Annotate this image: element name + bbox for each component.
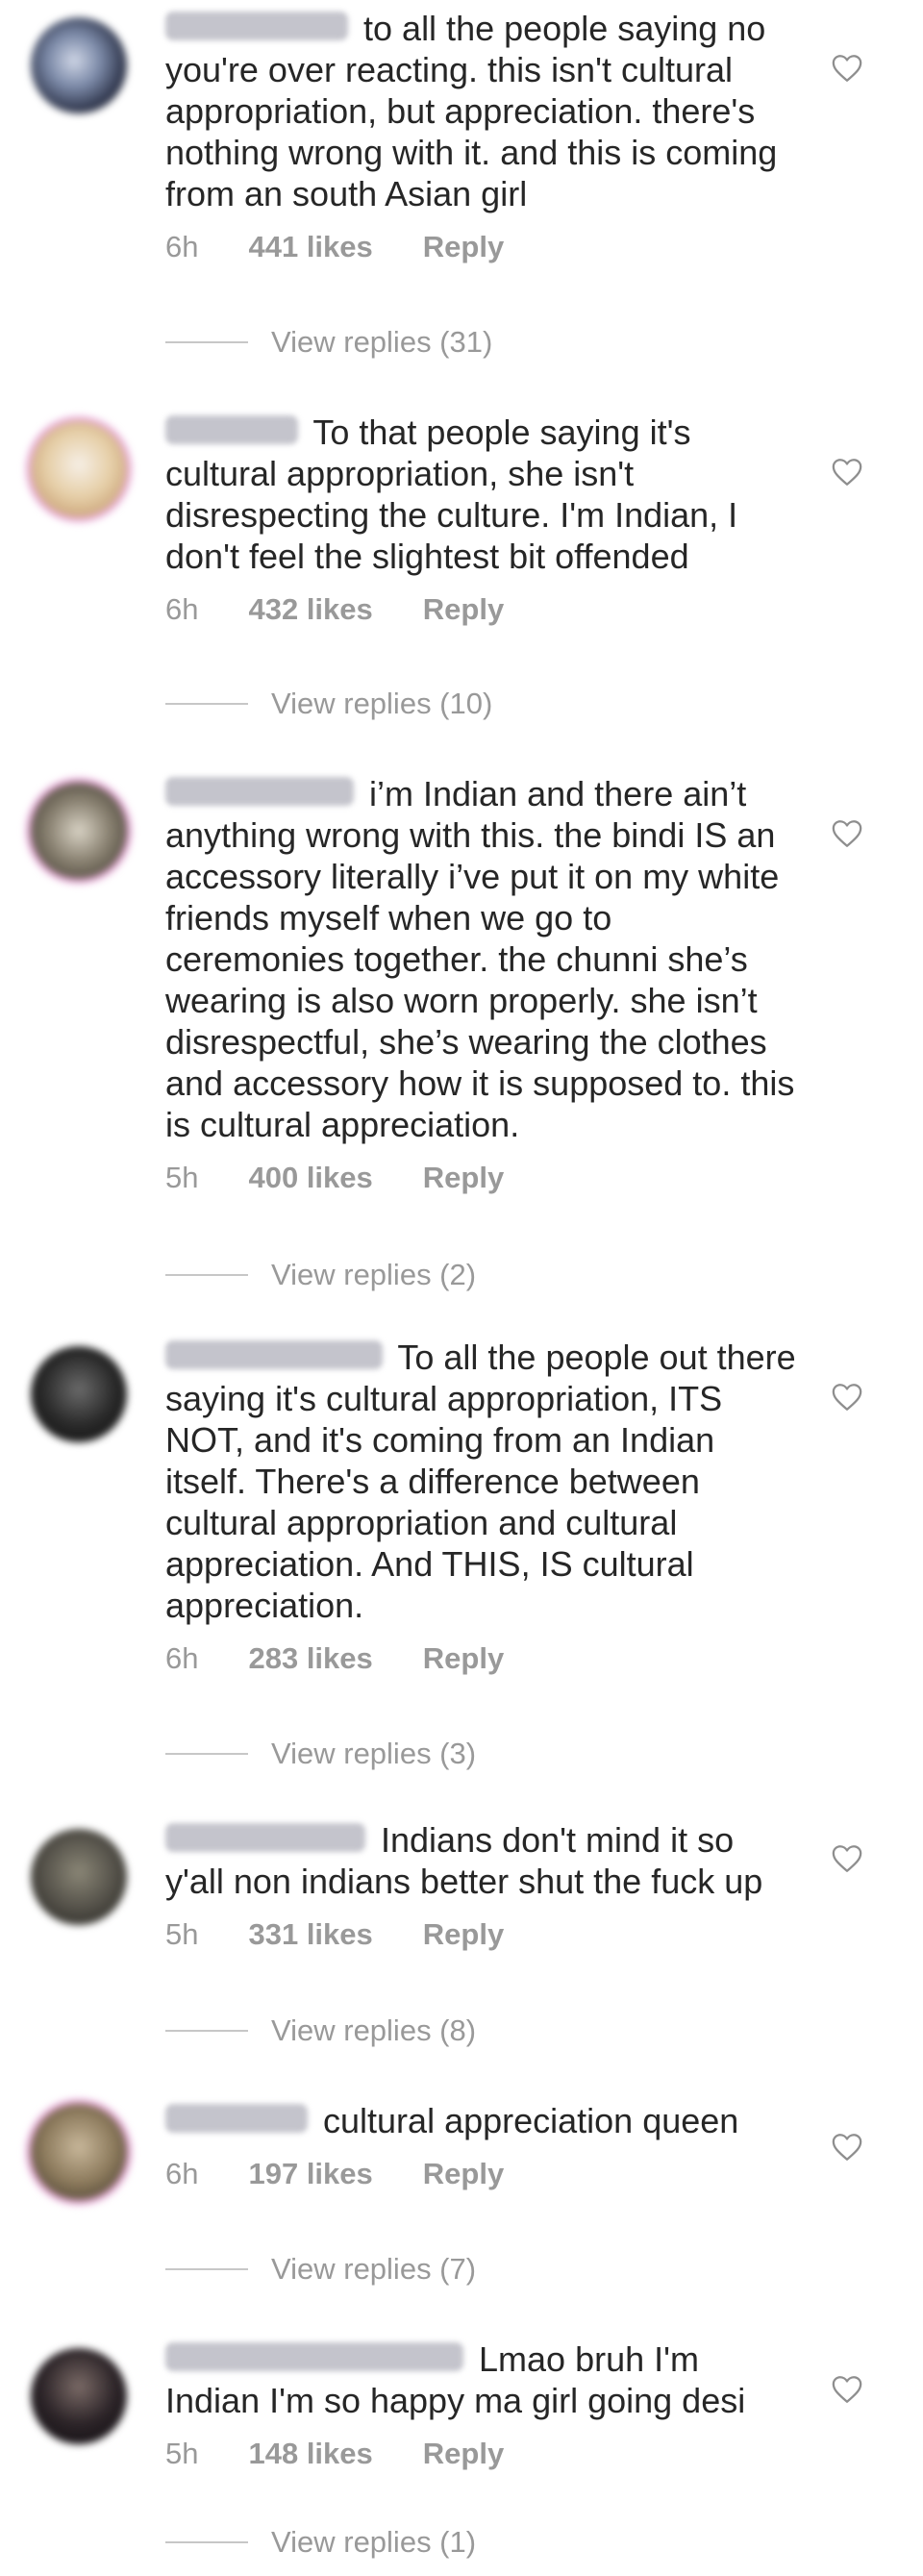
likes-count[interactable]: 441 likes	[248, 228, 372, 266]
divider	[165, 1753, 248, 1755]
comment-text: jiyongswiftie Indians don't mind it so y…	[165, 1820, 763, 1901]
comment-text: myachohan i’m Indian and there ain’t any…	[165, 774, 795, 1144]
comment-meta: 5h 148 likes Reply	[165, 2435, 800, 2473]
reply-button[interactable]: Reply	[423, 590, 504, 629]
comment-text: ggroupfx cultural appreciation queen	[165, 2100, 800, 2141]
comment-body: bhoshkii To that people saying it's cult…	[165, 412, 800, 629]
avatar[interactable]	[31, 1829, 127, 1925]
view-replies-link[interactable]: View replies (2)	[165, 1258, 476, 1292]
comment-text: urbitchdeva to all the people saying no …	[165, 9, 778, 213]
divider	[165, 2030, 248, 2032]
comment-meta: 6h 197 likes Reply	[165, 2155, 800, 2193]
comment-text: bhoshkii To that people saying it's cult…	[165, 413, 738, 576]
view-replies-link[interactable]: View replies (7)	[165, 2252, 476, 2287]
view-replies-link[interactable]: View replies (1)	[165, 2525, 476, 2560]
username[interactable]: jiyongswiftie	[165, 1823, 365, 1852]
avatar[interactable]	[31, 2348, 127, 2444]
heart-outline-icon[interactable]	[831, 456, 863, 488]
timestamp: 5h	[165, 1917, 199, 1951]
comment-body: adeena_hussain141 Lmao bruh I'm Indian I…	[165, 2338, 800, 2473]
avatar[interactable]	[31, 1346, 127, 1442]
comment-meta: 5h 331 likes Reply	[165, 1915, 800, 1954]
avatar[interactable]	[31, 783, 127, 879]
timestamp: 6h	[165, 2157, 199, 2190]
avatar[interactable]	[31, 2104, 127, 2200]
reply-button[interactable]: Reply	[423, 228, 504, 266]
divider	[165, 341, 248, 343]
divider	[165, 703, 248, 705]
likes-count[interactable]: 331 likes	[248, 1915, 372, 1954]
comment-body: jiyongswiftie Indians don't mind it so y…	[165, 1819, 800, 1954]
comment-meta: 6h 432 likes Reply	[165, 590, 800, 629]
username[interactable]: urbitchdeva	[165, 12, 348, 40]
divider	[165, 1274, 248, 1276]
likes-count[interactable]: 432 likes	[248, 590, 372, 629]
heart-outline-icon[interactable]	[831, 1381, 863, 1413]
divider	[165, 2268, 248, 2270]
heart-outline-icon[interactable]	[831, 52, 863, 85]
likes-count[interactable]: 283 likes	[248, 1639, 372, 1678]
username[interactable]: coca_cola787	[165, 1340, 383, 1369]
comment-body: urbitchdeva to all the people saying no …	[165, 8, 800, 266]
timestamp: 5h	[165, 2437, 199, 2470]
reply-button[interactable]: Reply	[423, 1915, 504, 1954]
heart-outline-icon[interactable]	[831, 2373, 863, 2406]
view-replies-link[interactable]: View replies (3)	[165, 1737, 476, 1771]
likes-count[interactable]: 148 likes	[248, 2435, 372, 2473]
comment-body: myachohan i’m Indian and there ain’t any…	[165, 773, 800, 1197]
avatar[interactable]	[31, 421, 127, 517]
username[interactable]: myachohan	[165, 777, 354, 806]
username[interactable]: ggroupfx	[165, 2104, 308, 2133]
comment-text: adeena_hussain141 Lmao bruh I'm Indian I…	[165, 2339, 746, 2420]
timestamp: 6h	[165, 592, 199, 626]
username[interactable]: adeena_hussain141	[165, 2342, 463, 2371]
likes-count[interactable]: 400 likes	[248, 1159, 372, 1197]
timestamp: 6h	[165, 230, 199, 263]
comment-meta: 5h 400 likes Reply	[165, 1159, 800, 1197]
reply-button[interactable]: Reply	[423, 2155, 504, 2193]
divider	[165, 2541, 248, 2543]
view-replies-link[interactable]: View replies (10)	[165, 687, 492, 721]
comment-meta: 6h 283 likes Reply	[165, 1639, 800, 1678]
username[interactable]: bhoshkii	[165, 415, 298, 444]
view-replies-link[interactable]: View replies (31)	[165, 325, 492, 360]
likes-count[interactable]: 197 likes	[248, 2155, 372, 2193]
comment-body: ggroupfx cultural appreciation queen 6h …	[165, 2100, 800, 2193]
heart-outline-icon[interactable]	[831, 817, 863, 850]
timestamp: 6h	[165, 1641, 199, 1675]
timestamp: 5h	[165, 1161, 199, 1194]
comment-text: coca_cola787 To all the people out there…	[165, 1338, 796, 1625]
comment-meta: 6h 441 likes Reply	[165, 228, 800, 266]
view-replies-link[interactable]: View replies (8)	[165, 2013, 476, 2048]
avatar[interactable]	[31, 17, 127, 113]
heart-outline-icon[interactable]	[831, 1842, 863, 1875]
reply-button[interactable]: Reply	[423, 1639, 504, 1678]
heart-outline-icon[interactable]	[831, 2131, 863, 2163]
comment-body: coca_cola787 To all the people out there…	[165, 1337, 800, 1678]
reply-button[interactable]: Reply	[423, 1159, 504, 1197]
reply-button[interactable]: Reply	[423, 2435, 504, 2473]
